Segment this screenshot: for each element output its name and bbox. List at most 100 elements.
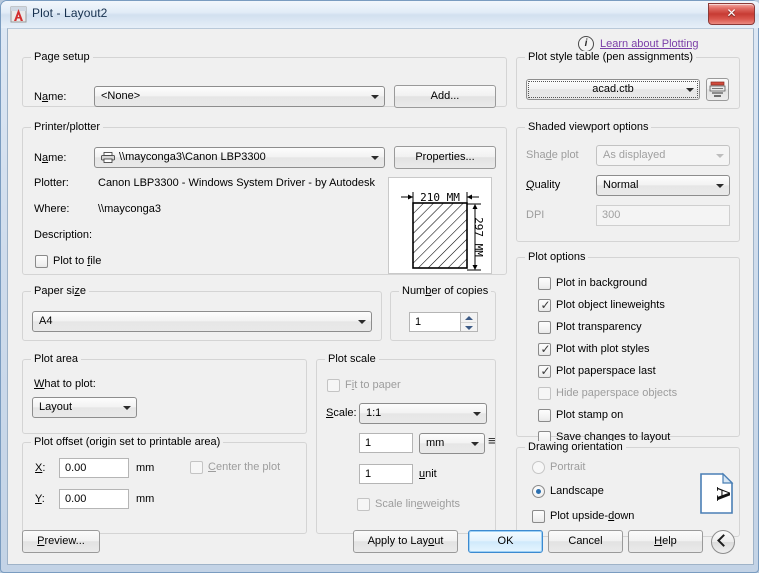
scale-numerator-input[interactable]: 1 (359, 433, 413, 453)
copies-input[interactable]: 1 (409, 312, 461, 332)
chevron-left-icon (717, 534, 730, 547)
cancel-button[interactable]: Cancel (548, 530, 623, 553)
properties-button-label: Properties... (415, 151, 475, 163)
dpi-input: 300 (596, 205, 730, 226)
plot-style-edit-button[interactable] (706, 78, 729, 101)
plot-dialog-window: Plot - Layout2 ✕ i Learn about Plotting … (0, 0, 759, 573)
what-to-plot-value: Layout (39, 401, 73, 413)
plotter-value: Canon LBP3300 - Windows System Driver - … (98, 177, 375, 189)
scale-unit-value: mm (426, 437, 445, 449)
preview-button-label: Preview... (37, 535, 85, 547)
landscape-label: Landscape (550, 485, 604, 497)
plot-to-file-checkbox[interactable] (35, 255, 48, 268)
svg-text:A: A (712, 487, 734, 502)
learn-about-plotting-link[interactable]: Learn about Plotting (600, 38, 698, 50)
chevron-down-icon (371, 156, 379, 160)
offset-x-label: X: (35, 462, 46, 474)
shade-plot-combo[interactable]: As displayed (596, 145, 730, 166)
triangle-down-icon (465, 326, 473, 330)
plot-option-checkbox-2[interactable] (538, 321, 551, 334)
plot-scale-title: Plot scale (325, 353, 379, 365)
plot-option-checkbox-5[interactable] (538, 387, 551, 400)
plot-option-label-4: Plot paperspace last (556, 365, 656, 377)
what-to-plot-label: What to plot: (34, 378, 96, 390)
plot-option-checkbox-6[interactable] (538, 409, 551, 422)
check-icon: ✓ (540, 364, 551, 378)
fit-to-paper-checkbox[interactable] (327, 379, 340, 392)
description-label: Description: (34, 229, 93, 241)
offset-y-input[interactable]: 0.00 (59, 489, 129, 509)
paper-size-title: Paper size (31, 285, 89, 297)
plot-option-checkbox-4[interactable]: ✓ (538, 365, 551, 378)
plot-style-edit-icon (709, 81, 726, 97)
check-icon: ✓ (540, 342, 551, 356)
scale-lineweights-label: Scale lineweights (375, 498, 460, 510)
triangle-up-icon (465, 316, 473, 320)
dpi-label: DPI (526, 209, 545, 221)
apply-to-layout-button[interactable]: Apply to Layout (353, 530, 458, 553)
shade-plot-label: Shade plot (526, 149, 579, 161)
plot-option-label-3: Plot with plot styles (556, 343, 650, 355)
portrait-radio[interactable] (532, 461, 545, 474)
scale-combo[interactable]: 1:1 (359, 403, 487, 424)
what-to-plot-combo[interactable]: Layout (32, 397, 137, 418)
plot-upside-down-checkbox[interactable] (532, 510, 545, 523)
offset-x-input[interactable]: 0.00 (59, 458, 129, 478)
plotter-label: Plotter: (34, 177, 69, 189)
paper-size-combo[interactable]: A4 (32, 311, 372, 332)
plot-offset-group: Plot offset (origin set to printable are… (22, 436, 307, 534)
info-icon: i (578, 36, 594, 52)
plot-to-file-label: Plot to file (53, 255, 102, 267)
center-the-plot-checkbox[interactable] (190, 461, 203, 474)
quality-value: Normal (603, 179, 639, 191)
plot-upside-down-label: Plot upside-down (550, 510, 635, 522)
close-button[interactable]: ✕ (708, 3, 755, 25)
page-setup-name-combo[interactable]: <None> (94, 86, 385, 107)
center-the-plot-label: Center the plot (208, 461, 281, 473)
plot-style-table-combo[interactable]: acad.ctb (526, 79, 700, 100)
shade-plot-value: As displayed (603, 149, 666, 161)
page-setup-name-value: <None> (101, 90, 141, 102)
page-setup-name-label: Name: (34, 91, 67, 103)
ok-button[interactable]: OK (468, 530, 543, 553)
chevron-down-icon (473, 412, 481, 416)
svg-text:297 MM: 297 MM (472, 217, 485, 257)
window-title: Plot - Layout2 (32, 6, 108, 20)
printer-icon (101, 152, 115, 163)
plot-option-checkbox-0[interactable] (538, 277, 551, 290)
offset-x-value: 0.00 (65, 462, 87, 474)
paper-preview: 210 MM 297 MM (388, 177, 492, 274)
plot-option-checkbox-3[interactable]: ✓ (538, 343, 551, 356)
copies-stepper[interactable] (461, 312, 478, 332)
chevron-down-icon (716, 184, 724, 188)
page-setup-title: Page setup (31, 51, 93, 63)
plot-option-checkbox-1[interactable]: ✓ (538, 299, 551, 312)
radio-selected-dot (536, 489, 541, 494)
printer-properties-button[interactable]: Properties... (394, 146, 496, 169)
landscape-radio[interactable] (532, 485, 545, 498)
chevron-down-icon (358, 320, 366, 324)
collapse-dialog-button[interactable] (711, 530, 735, 554)
printer-name-label: Name: (34, 152, 67, 164)
plot-option-label-6: Plot stamp on (556, 409, 624, 421)
close-icon: ✕ (726, 6, 737, 20)
add-page-setup-button[interactable]: Add... (394, 85, 496, 108)
plot-option-label-2: Plot transparency (556, 321, 642, 333)
help-button[interactable]: Help (628, 530, 703, 553)
offset-x-unit: mm (136, 462, 155, 474)
chevron-down-icon (716, 154, 724, 158)
scale-denominator-input[interactable]: 1 (359, 464, 413, 484)
preview-button[interactable]: Preview... (22, 530, 100, 553)
where-label: Where: (34, 203, 70, 215)
printer-name-combo[interactable]: \\mayconga3\Canon LBP3300 (94, 147, 385, 168)
autocad-icon (10, 6, 27, 23)
ok-button-label: OK (497, 535, 514, 547)
scale-unit-combo[interactable]: mm (419, 433, 485, 454)
offset-y-label: Y: (35, 493, 45, 505)
scale-lineweights-checkbox[interactable] (357, 498, 370, 511)
chevron-down-icon (471, 442, 479, 446)
copies-stepper-up[interactable] (461, 313, 476, 323)
scale-value: 1:1 (366, 407, 382, 419)
quality-combo[interactable]: Normal (596, 175, 730, 196)
copies-stepper-down[interactable] (461, 323, 476, 332)
